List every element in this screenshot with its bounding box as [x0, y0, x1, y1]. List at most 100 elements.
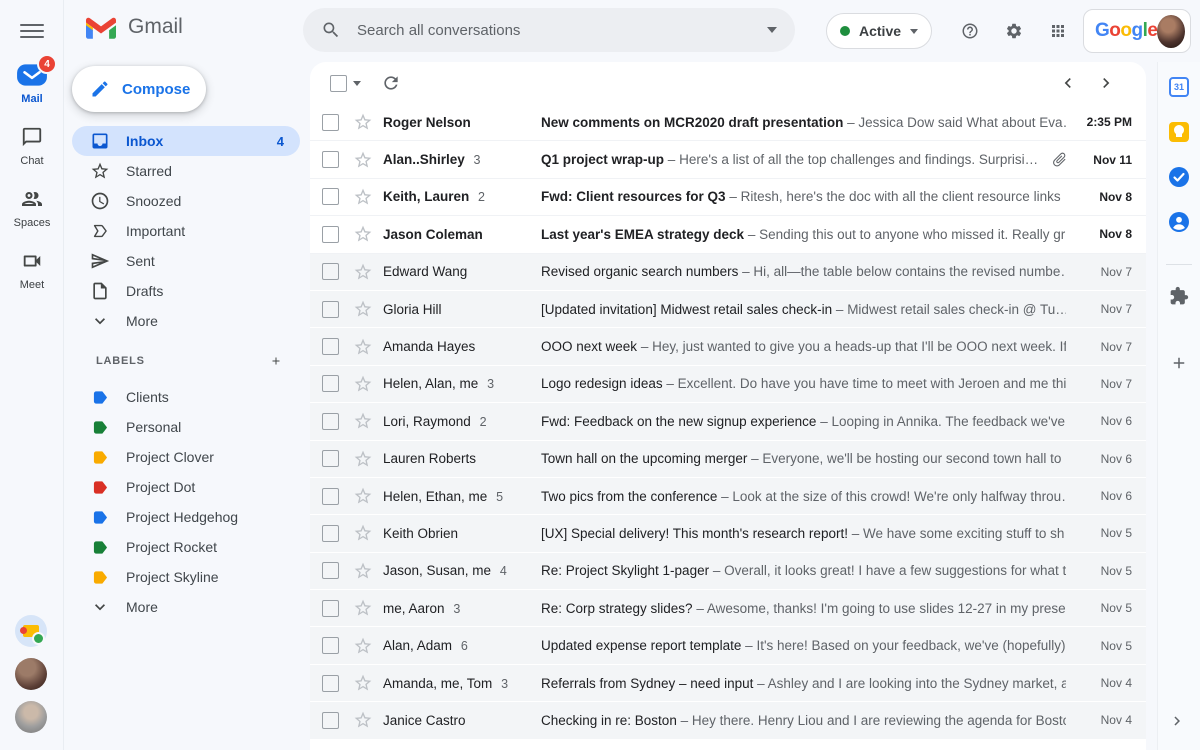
row-checkbox[interactable]: [322, 263, 339, 281]
email-row[interactable]: Edward Wang Revised organic search number…: [310, 253, 1146, 291]
search-options-caret[interactable]: [767, 27, 777, 33]
row-checkbox[interactable]: [322, 562, 339, 580]
label-item-project-hedgehog[interactable]: Project Hedgehog: [72, 502, 300, 532]
row-checkbox[interactable]: [322, 188, 339, 206]
star-icon[interactable]: [353, 710, 373, 730]
star-icon[interactable]: [353, 486, 373, 506]
search-input[interactable]: [355, 20, 767, 40]
email-row[interactable]: Jason, Susan, me 4 Re: Project Skylight 1…: [310, 552, 1146, 591]
compose-button[interactable]: Compose: [72, 66, 206, 112]
sidebar-item-sent[interactable]: Sent: [72, 246, 300, 276]
show-side-panel-button[interactable]: [1162, 706, 1192, 736]
email-row[interactable]: Janice Castro Checking in re: Boston – He…: [310, 702, 1146, 740]
email-row[interactable]: Gloria Hill [Updated invitation] Midwest …: [310, 290, 1146, 329]
star-icon[interactable]: [353, 112, 373, 132]
labels-more[interactable]: More: [72, 592, 300, 622]
add-label-button[interactable]: [264, 349, 288, 373]
email-row[interactable]: Keith, Lauren 2 Fwd: Client resources for…: [310, 178, 1146, 217]
chat-contact-avatar-3[interactable]: [15, 701, 47, 733]
star-icon[interactable]: [353, 598, 373, 618]
row-checkbox[interactable]: [322, 300, 339, 318]
star-icon[interactable]: [353, 337, 373, 357]
star-icon[interactable]: [353, 561, 373, 581]
get-add-ons-button[interactable]: [1168, 285, 1190, 307]
status-selector[interactable]: Active: [826, 13, 933, 49]
row-checkbox[interactable]: [322, 151, 339, 169]
older-page-button[interactable]: [1096, 71, 1120, 95]
star-icon[interactable]: [353, 187, 373, 207]
email-row[interactable]: Lori, Raymond 2 Fwd: Feedback on the new …: [310, 403, 1146, 441]
star-icon[interactable]: [353, 224, 373, 244]
rail-item-mail[interactable]: 4 Mail: [2, 54, 62, 120]
rail-item-spaces[interactable]: Spaces: [2, 184, 62, 244]
settings-button[interactable]: [999, 16, 1029, 46]
email-sender: me, Aaron 3: [383, 600, 461, 616]
row-checkbox[interactable]: [322, 599, 339, 617]
email-sender: Amanda, me, Tom 3: [383, 675, 509, 691]
sidebar-item-starred[interactable]: Starred: [72, 156, 300, 186]
account-chip[interactable]: Google: [1083, 9, 1191, 53]
star-icon[interactable]: [353, 374, 373, 394]
email-row[interactable]: Jason Coleman Last year's EMEA strategy d…: [310, 216, 1146, 254]
side-panel-contacts-button[interactable]: [1168, 211, 1190, 233]
email-row[interactable]: Helen, Ethan, me 5 Two pics from the conf…: [310, 477, 1146, 516]
newer-page-button[interactable]: [1058, 71, 1082, 95]
email-row[interactable]: Helen, Alan, me 3 Logo redesign ideas – E…: [310, 365, 1146, 404]
search-bar[interactable]: [303, 8, 795, 52]
sidebar-item-more[interactable]: More: [72, 306, 300, 336]
chat-contact-avatar-2[interactable]: [15, 658, 47, 690]
user-avatar[interactable]: [1157, 14, 1185, 48]
row-checkbox[interactable]: [322, 225, 339, 243]
labels-more-label: More: [126, 599, 158, 615]
star-icon[interactable]: [353, 636, 373, 656]
row-checkbox[interactable]: [322, 487, 339, 505]
row-checkbox[interactable]: [322, 450, 339, 468]
star-icon[interactable]: [353, 411, 373, 431]
sidebar-item-drafts[interactable]: Drafts: [72, 276, 300, 306]
row-checkbox[interactable]: [322, 412, 339, 430]
sidebar-item-inbox[interactable]: Inbox 4: [72, 126, 300, 156]
email-row[interactable]: Roger Nelson New comments on MCR2020 draf…: [310, 104, 1146, 142]
row-checkbox[interactable]: [322, 524, 339, 542]
email-row[interactable]: Keith Obrien [UX] Special delivery! This …: [310, 515, 1146, 553]
star-icon[interactable]: [353, 262, 373, 282]
row-checkbox[interactable]: [322, 711, 339, 729]
add-panel-app-button[interactable]: [1168, 352, 1190, 374]
email-row[interactable]: Alan..Shirley 3 Q1 project wrap-up – Here…: [310, 141, 1146, 179]
star-icon[interactable]: [353, 673, 373, 693]
sidebar-item-important[interactable]: Important: [72, 216, 300, 246]
label-item-project-dot[interactable]: Project Dot: [72, 472, 300, 502]
star-icon[interactable]: [353, 523, 373, 543]
email-row[interactable]: me, Aaron 3 Re: Corp strategy slides? – A…: [310, 590, 1146, 628]
star-icon[interactable]: [353, 299, 373, 319]
rail-item-meet[interactable]: Meet: [2, 246, 62, 306]
label-item-personal[interactable]: Personal: [72, 412, 300, 442]
row-checkbox[interactable]: [322, 338, 339, 356]
label-item-project-clover[interactable]: Project Clover: [72, 442, 300, 472]
email-row[interactable]: Amanda Hayes OOO next week – Hey, just wa…: [310, 328, 1146, 366]
email-row[interactable]: Lauren Roberts Town hall on the upcoming …: [310, 440, 1146, 478]
select-dropdown-caret[interactable]: [353, 80, 361, 86]
star-icon[interactable]: [353, 150, 373, 170]
label-item-clients[interactable]: Clients: [72, 382, 300, 412]
row-checkbox[interactable]: [322, 637, 339, 655]
help-button[interactable]: [955, 16, 985, 46]
sidebar-item-snoozed[interactable]: Snoozed: [72, 186, 300, 216]
rail-item-chat[interactable]: Chat: [2, 122, 62, 182]
main-menu-button[interactable]: [16, 16, 48, 46]
refresh-button[interactable]: [381, 71, 405, 95]
star-icon[interactable]: [353, 449, 373, 469]
google-apps-button[interactable]: [1043, 16, 1073, 46]
label-item-project-skyline[interactable]: Project Skyline: [72, 562, 300, 592]
label-item-project-rocket[interactable]: Project Rocket: [72, 532, 300, 562]
row-checkbox[interactable]: [322, 674, 339, 692]
email-row[interactable]: Amanda, me, Tom 3 Referrals from Sydney –…: [310, 664, 1146, 703]
row-checkbox[interactable]: [322, 113, 339, 131]
select-all-checkbox[interactable]: [330, 74, 347, 92]
side-panel-calendar-button[interactable]: 31: [1168, 76, 1190, 98]
email-row[interactable]: Alan, Adam 6 Updated expense report templ…: [310, 627, 1146, 665]
side-panel-keep-button[interactable]: [1168, 121, 1190, 143]
chat-contact-avatar-1[interactable]: [15, 615, 47, 647]
row-checkbox[interactable]: [322, 375, 339, 393]
side-panel-tasks-button[interactable]: [1168, 166, 1190, 188]
